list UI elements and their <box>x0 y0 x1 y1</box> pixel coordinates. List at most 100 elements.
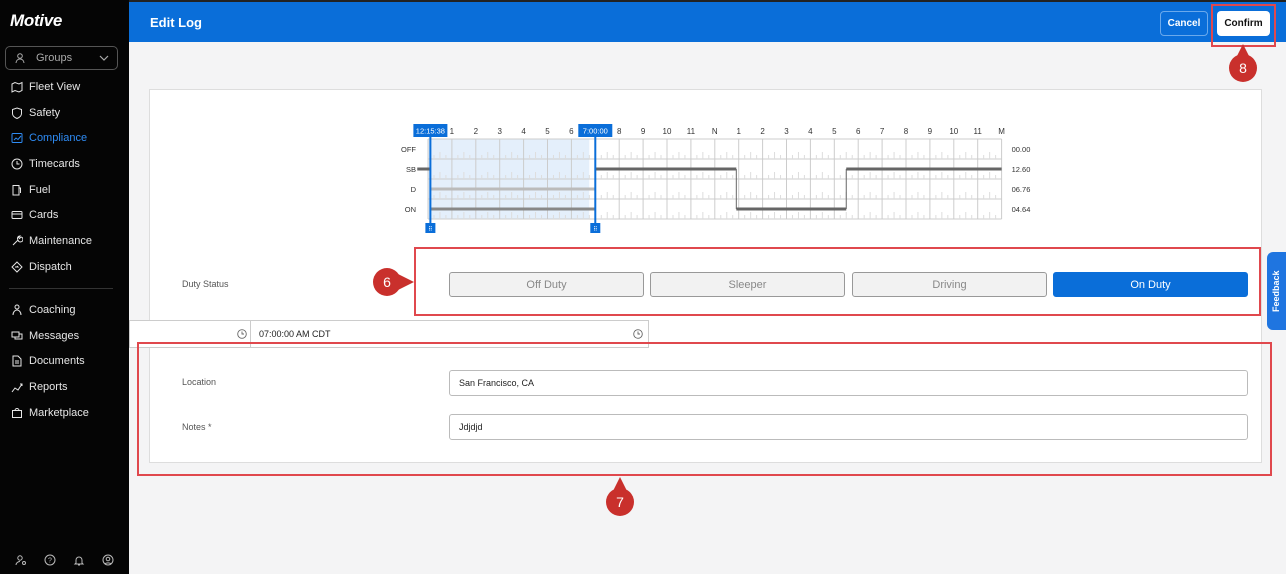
location-label: Location <box>182 377 217 387</box>
notes-input[interactable]: Jdjdjd <box>449 414 1248 440</box>
sidebar-item-label: Fuel <box>29 183 51 196</box>
clock-icon[interactable] <box>633 329 643 339</box>
location-input[interactable]: San Francisco, CA <box>449 370 1248 396</box>
primary-nav: Fleet View Safety Compliance Timecards Fuel C… <box>0 74 129 280</box>
hour-label: 5 <box>832 127 837 136</box>
groups-dropdown[interactable]: Groups <box>5 46 118 70</box>
log-graph[interactable]: 1 2 3 4 5 6 8 9 10 11 N 1 2 3 4 5 6 7 8 9 10 11 M OFF 00.00 SB 12.… <box>394 124 1034 236</box>
sidebar-item-documents[interactable]: Documents <box>0 348 129 374</box>
drag-handle-icon: ⠿ <box>428 226 432 233</box>
hour-label: 2 <box>760 127 765 136</box>
sidebar-item-compliance[interactable]: Compliance <box>0 125 129 151</box>
hour-label: 3 <box>497 127 502 136</box>
help-icon[interactable]: ? <box>44 554 56 566</box>
sidebar-item-label: Safety <box>29 106 61 119</box>
notes-label: Notes * <box>182 422 212 432</box>
feedback-label: Feedback <box>1271 270 1281 312</box>
document-icon <box>12 355 22 367</box>
user-admin-icon[interactable] <box>15 554 27 566</box>
sidebar-item-label: Documents <box>29 355 85 368</box>
motive-logo[interactable]: Motive <box>10 11 62 31</box>
sidebar-item-reports[interactable]: Reports <box>0 374 129 400</box>
sidebar-item-label: Maintenance <box>29 234 92 247</box>
on-duty-button[interactable]: On Duty <box>1053 272 1248 297</box>
duty-row-label: ON <box>405 205 416 214</box>
sidebar-item-label: Dispatch <box>29 260 72 273</box>
drag-handle-icon: ⠿ <box>593 226 597 233</box>
sidebar-item-messages[interactable]: Messages <box>0 323 129 349</box>
hour-label: 9 <box>928 127 933 136</box>
sleeper-button[interactable]: Sleeper <box>650 272 845 297</box>
hour-label: 5 <box>545 127 550 136</box>
duty-row-label: OFF <box>401 145 416 154</box>
sidebar-item-dispatch[interactable]: Dispatch <box>0 254 129 280</box>
driving-button[interactable]: Driving <box>852 272 1047 297</box>
map-icon <box>11 81 23 93</box>
top-header: Edit Log Cancel Confirm <box>129 0 1286 42</box>
hour-label: 4 <box>521 127 526 136</box>
duty-row-label: D <box>411 185 417 194</box>
sidebar-item-marketplace[interactable]: Marketplace <box>0 400 129 426</box>
sidebar: Motive Groups Fleet View Safety Compliance… <box>0 0 129 574</box>
secondary-nav: Coaching Messages Documents Reports Marketpl… <box>0 297 129 425</box>
sidebar-item-label: Timecards <box>29 157 80 170</box>
duty-row-total: 04.64 <box>1012 205 1031 214</box>
off-duty-button[interactable]: Off Duty <box>449 272 644 297</box>
chart-icon <box>11 133 23 144</box>
hour-label: 8 <box>904 127 909 136</box>
hour-label: 1 <box>736 127 741 136</box>
hour-label: 9 <box>641 127 646 136</box>
duty-status-label: Duty Status <box>182 279 229 289</box>
hour-label: 6 <box>569 127 574 136</box>
sidebar-item-label: Coaching <box>29 303 76 316</box>
end-time-input[interactable]: 07:00:00 AM CDT <box>259 329 331 339</box>
clock-icon[interactable] <box>237 329 247 339</box>
sidebar-item-fleet-view[interactable]: Fleet View <box>0 74 129 100</box>
cancel-button[interactable]: Cancel <box>1160 11 1208 36</box>
wrench-icon <box>12 235 23 246</box>
sidebar-item-maintenance[interactable]: Maintenance <box>0 228 129 254</box>
hour-label: 10 <box>663 127 672 136</box>
time-field-divider <box>250 321 251 347</box>
confirm-button[interactable]: Confirm <box>1217 11 1270 36</box>
messages-icon <box>11 331 23 340</box>
sidebar-item-label: Marketplace <box>29 406 89 419</box>
sidebar-item-label: Compliance <box>29 132 88 145</box>
hour-label: 6 <box>856 127 861 136</box>
hour-label: 3 <box>784 127 789 136</box>
clock-icon <box>11 158 23 170</box>
sidebar-item-cards[interactable]: Cards <box>0 202 129 228</box>
sidebar-item-label: Reports <box>29 380 68 393</box>
annotation-marker-8: 8 <box>1229 54 1257 82</box>
sidebar-item-label: Cards <box>29 209 59 222</box>
hour-label: N <box>712 127 718 136</box>
hour-label: 7 <box>880 127 885 136</box>
hour-label: 10 <box>949 127 958 136</box>
dispatch-icon <box>11 260 23 273</box>
duty-row-total: 12.60 <box>1012 165 1031 174</box>
sidebar-item-safety[interactable]: Safety <box>0 100 129 126</box>
feedback-tab[interactable]: Feedback <box>1267 252 1286 330</box>
reports-icon <box>11 383 23 393</box>
marketplace-icon <box>12 407 22 418</box>
fuel-icon <box>12 184 21 196</box>
profile-icon[interactable] <box>102 554 114 566</box>
hour-label: 8 <box>617 127 622 136</box>
annotation-marker-6: 6 <box>373 268 401 296</box>
start-handle-time: 12:15:38 <box>416 127 445 136</box>
hour-label: 2 <box>474 127 479 136</box>
sidebar-item-label: Messages <box>29 329 80 342</box>
sidebar-item-coaching[interactable]: Coaching <box>0 297 129 323</box>
svg-text:?: ? <box>48 558 52 565</box>
hour-label: 4 <box>808 127 813 136</box>
coaching-icon <box>12 304 22 315</box>
duty-row-label: SB <box>406 165 416 174</box>
duty-row-total: 06.76 <box>1012 185 1031 194</box>
sidebar-bottom-icons: ? <box>0 554 129 566</box>
sidebar-item-fuel[interactable]: Fuel <box>0 177 129 203</box>
chevron-down-icon <box>99 55 109 61</box>
hour-label: 11 <box>687 127 696 136</box>
sidebar-item-timecards[interactable]: Timecards <box>0 151 129 177</box>
marker-6-pointer <box>398 274 414 290</box>
bell-icon[interactable] <box>73 554 85 566</box>
